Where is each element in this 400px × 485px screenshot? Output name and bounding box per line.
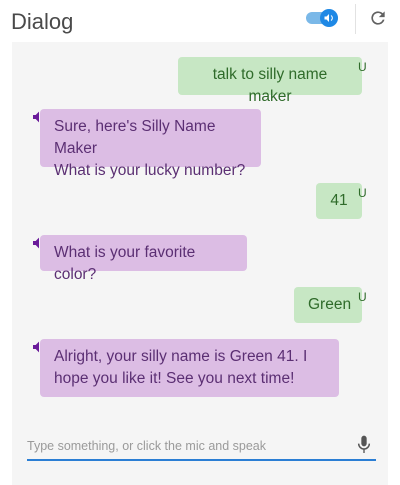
refresh-icon[interactable] [368, 8, 388, 28]
header-divider [355, 4, 356, 34]
bot-message-line: What is your lucky number? [54, 162, 246, 179]
user-badge: U [358, 60, 367, 74]
user-message: 41 [316, 183, 362, 219]
message-input[interactable] [27, 435, 347, 457]
user-badge: U [358, 290, 367, 304]
bot-message: Sure, here's Silly Name Maker What is yo… [40, 109, 261, 179]
user-badge: U [358, 186, 367, 200]
user-message-text: 41 [330, 192, 348, 209]
bot-message: Alright, your silly name is Green 41. I … [40, 339, 339, 397]
page-title: Dialog [11, 9, 74, 34]
user-message: Green [294, 287, 362, 323]
bot-message-line: Alright, your silly name is Green 41. I [54, 348, 308, 365]
message-input-container [27, 435, 376, 461]
bot-message-line: Sure, here's Silly Name Maker [54, 118, 216, 157]
volume-toggle-icon [324, 14, 333, 22]
bot-message-line: hope you like it! See you next time! [54, 370, 295, 387]
user-message: talk to silly name maker [178, 57, 362, 105]
bot-message-line: What is your favorite color? [54, 244, 196, 283]
bot-message: What is your favorite color? [40, 235, 247, 283]
volume-toggle[interactable] [306, 9, 340, 27]
user-message-text: talk to silly name maker [212, 66, 328, 105]
mic-icon[interactable] [356, 434, 372, 456]
user-message-text: Green [308, 296, 352, 313]
conversation-panel: talk to silly name maker U Sure, here's … [12, 42, 388, 485]
toggle-thumb[interactable] [320, 9, 338, 27]
header: Dialog [0, 0, 400, 42]
